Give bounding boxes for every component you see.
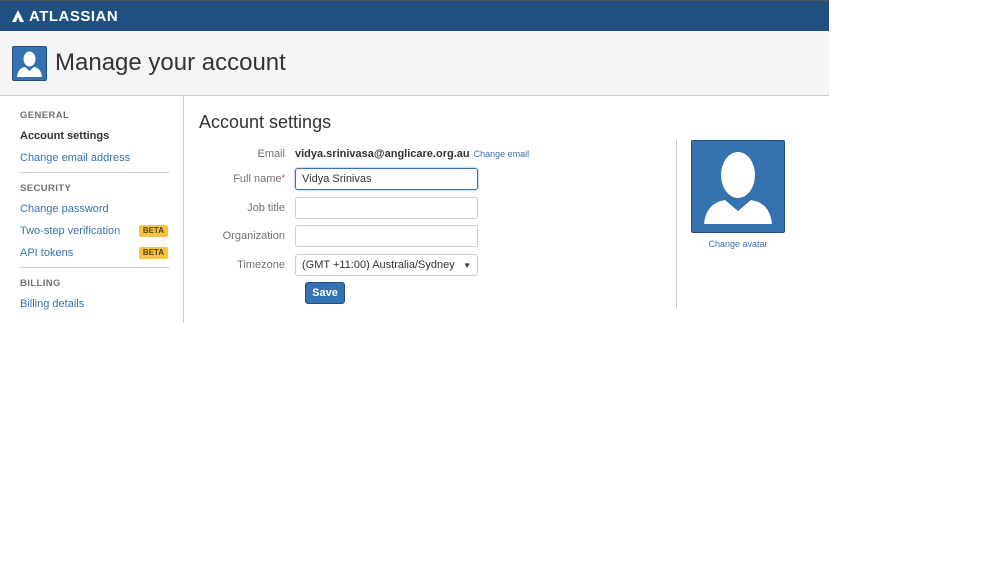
divider [20, 172, 169, 173]
divider [676, 140, 677, 308]
beta-badge: BETA [138, 247, 168, 259]
label-text: Full name [233, 173, 282, 185]
email-label: Email [257, 148, 285, 160]
brand-name: ATLASSIAN [29, 7, 119, 25]
chevron-down-icon: ▼ [463, 260, 471, 270]
user-avatar-icon [12, 45, 47, 81]
nav-label: Change password [20, 203, 109, 215]
top-bar: ATLASSIAN [0, 0, 829, 31]
job-title-row: Job title [199, 197, 699, 219]
nav-label: Two-step verification [20, 225, 121, 237]
section-security: SECURITY [20, 183, 72, 194]
sidebar-item-account-settings[interactable]: Account settings [20, 130, 168, 152]
page-header: Manage your account [0, 31, 829, 96]
beta-badge: BETA [138, 225, 168, 237]
change-email-link[interactable]: Change email [474, 149, 530, 159]
email-row: Email vidya.srinivasa@anglicare.org.au C… [199, 148, 699, 160]
divider [20, 267, 169, 268]
section-general: GENERAL [20, 110, 70, 121]
select-value: (GMT +11:00) Australia/Sydney [302, 259, 455, 271]
sidebar-item-api-tokens[interactable]: API tokens BETA [20, 247, 168, 269]
timezone-row: Timezone (GMT +11:00) Australia/Sydney ▼ [199, 254, 699, 276]
nav-label: Billing details [20, 298, 85, 310]
atlassian-logo[interactable]: ATLASSIAN [12, 8, 118, 25]
full-name-row: Full name* Vidya Srinivas [199, 168, 699, 190]
change-avatar-link[interactable]: Change avatar [691, 239, 785, 249]
nav-label: Change email address [20, 152, 131, 164]
sidebar-item-change-password[interactable]: Change password [20, 203, 168, 225]
organization-row: Organization [199, 225, 699, 247]
timezone-label: Timezone [237, 259, 285, 271]
job-title-input[interactable] [295, 197, 478, 219]
sidebar-item-change-email[interactable]: Change email address [20, 152, 168, 174]
user-avatar-icon [704, 152, 772, 224]
page-title: Manage your account [55, 49, 286, 76]
section-title: Account settings [199, 112, 332, 132]
avatar[interactable] [691, 140, 785, 233]
section-billing: BILLING [20, 278, 61, 289]
sidebar: GENERAL Account settings Change email ad… [0, 96, 184, 323]
save-button[interactable]: Save [305, 282, 345, 304]
full-name-label: Full name* [199, 173, 295, 185]
full-name-input[interactable]: Vidya Srinivas [295, 168, 478, 190]
organization-label: Organization [222, 230, 285, 242]
account-settings-form: Account settings Email vidya.srinivasa@a… [199, 112, 529, 304]
required-marker: * [281, 173, 285, 183]
timezone-select[interactable]: (GMT +11:00) Australia/Sydney ▼ [295, 254, 478, 276]
sidebar-item-billing-details[interactable]: Billing details [20, 298, 168, 320]
sidebar-item-two-step[interactable]: Two-step verification BETA [20, 225, 168, 247]
input-value: Vidya Srinivas [302, 173, 372, 185]
nav-label: Account settings [20, 130, 110, 142]
organization-input[interactable] [295, 225, 478, 247]
nav-label: API tokens [20, 247, 74, 259]
atlassian-icon [12, 10, 24, 22]
email-value: vidya.srinivasa@anglicare.org.au [295, 148, 470, 160]
job-title-label: Job title [247, 202, 285, 214]
